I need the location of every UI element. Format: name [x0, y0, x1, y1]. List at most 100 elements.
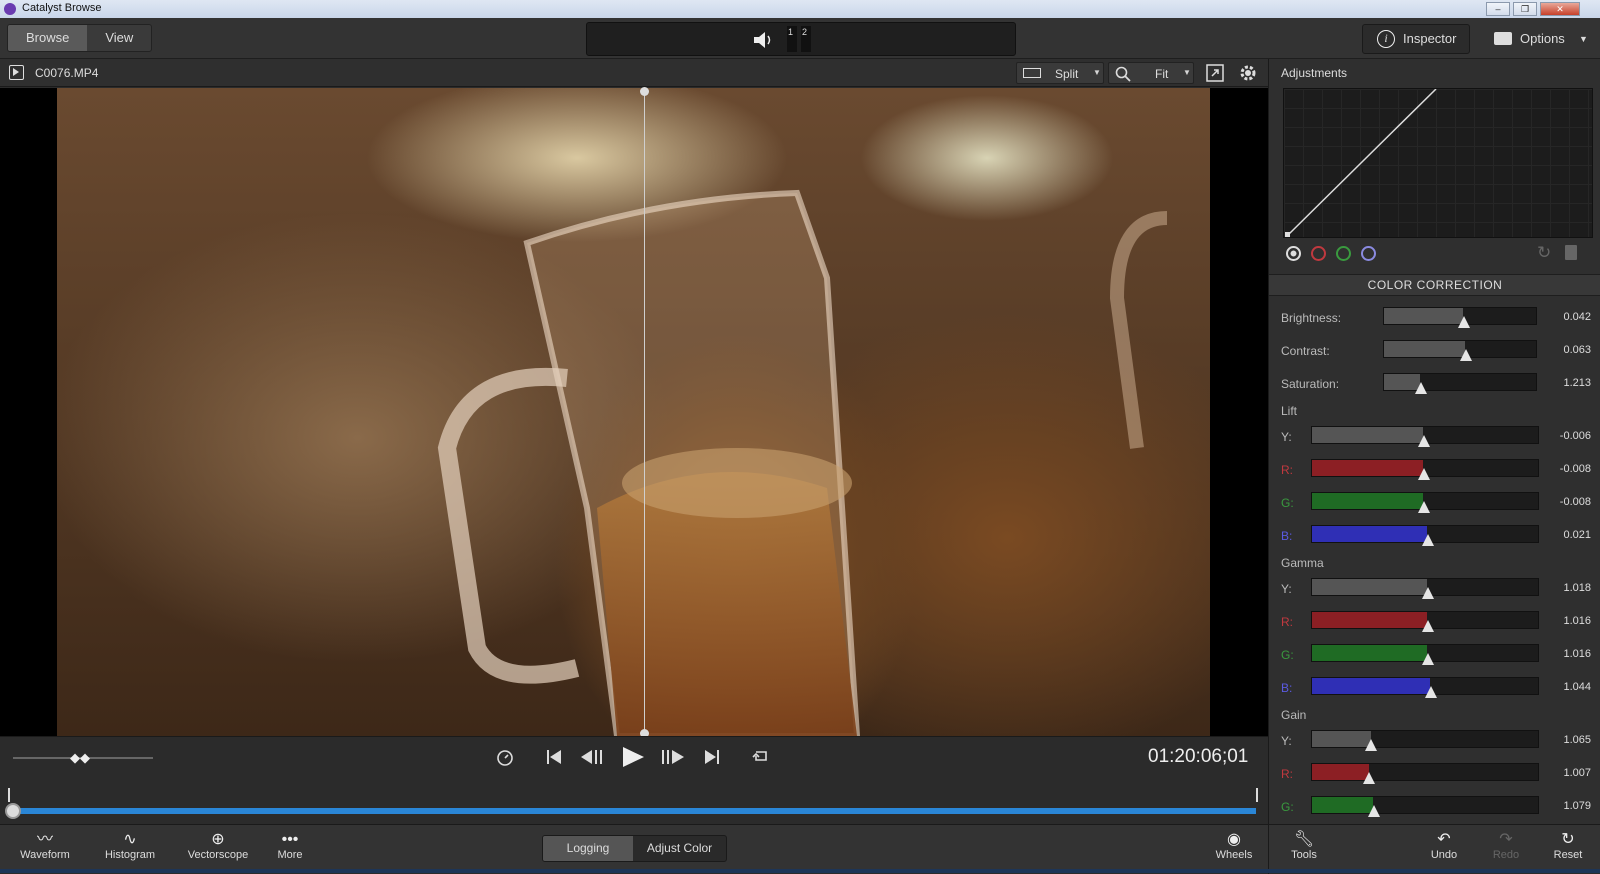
slider-value: 0.063 — [1563, 344, 1591, 356]
slider-value: -0.008 — [1559, 463, 1591, 475]
speaker-icon[interactable] — [752, 30, 774, 50]
step-forward-icon[interactable] — [661, 749, 687, 765]
slider-thumb[interactable] — [1422, 620, 1435, 632]
slider-track[interactable] — [1311, 492, 1539, 513]
slider-track[interactable] — [1311, 578, 1539, 599]
slider-value: 0.021 — [1563, 529, 1591, 541]
curve-channel-red[interactable] — [1311, 246, 1326, 261]
slider-label: Brightness: — [1281, 311, 1342, 325]
slider-thumb[interactable] — [1422, 653, 1435, 665]
divider — [1268, 825, 1269, 874]
slider-thumb[interactable] — [1422, 534, 1435, 546]
briefcase-icon — [1494, 32, 1512, 45]
slider-track[interactable] — [1311, 763, 1539, 784]
slider-thumb[interactable] — [1414, 382, 1427, 394]
slider-track[interactable] — [1311, 796, 1539, 817]
go-to-end-icon[interactable] — [704, 749, 720, 765]
slider-label: Saturation: — [1281, 377, 1340, 391]
out-marker[interactable] — [1256, 788, 1258, 802]
reset-curve-icon[interactable]: ↻ — [1537, 243, 1551, 263]
slider-track[interactable] — [1311, 677, 1539, 698]
slider-track[interactable] — [1383, 340, 1537, 361]
tools-button[interactable]: 🔧︎ Tools — [1280, 831, 1328, 861]
slider-fill — [1384, 308, 1464, 324]
slider-row: G: 1.079 — [1281, 796, 1591, 818]
playhead[interactable] — [5, 803, 21, 819]
slider-track[interactable] — [1311, 730, 1539, 751]
undo-button[interactable]: ↶ Undo — [1420, 831, 1468, 861]
options-menu[interactable]: Options ▼ — [1492, 24, 1592, 54]
stopwatch-icon[interactable] — [496, 748, 514, 766]
slider-track[interactable] — [1311, 426, 1539, 447]
restore-button[interactable]: ❐ — [1513, 2, 1537, 16]
zoom-dropdown[interactable]: Fit ▼ — [1108, 62, 1194, 84]
slider-thumb[interactable] — [1424, 686, 1437, 698]
slider-label: G: — [1281, 800, 1294, 814]
tools-label: Tools — [1291, 849, 1317, 861]
slider-value: 0.042 — [1563, 311, 1591, 323]
timeline[interactable] — [0, 778, 1268, 824]
slider-value: 1.065 — [1563, 734, 1591, 746]
histogram-button[interactable]: ∿ Histogram — [95, 831, 165, 861]
slider-thumb[interactable] — [1422, 587, 1435, 599]
slider-fill — [1312, 579, 1428, 595]
trash-icon[interactable] — [1565, 245, 1577, 260]
curve-channel-luma[interactable] — [1286, 246, 1301, 261]
more-button[interactable]: ••• More — [265, 831, 315, 861]
slider-track[interactable] — [1383, 307, 1537, 328]
undo-icon: ↶ — [1437, 831, 1451, 848]
histogram-label: Histogram — [104, 849, 156, 861]
more-label: More — [277, 849, 303, 861]
in-marker[interactable] — [8, 788, 10, 802]
slider-label: Y: — [1281, 734, 1292, 748]
tab-browse[interactable]: Browse — [8, 25, 88, 51]
wheels-button[interactable]: ◉ Wheels — [1206, 831, 1262, 861]
fullscreen-icon[interactable] — [1206, 64, 1224, 82]
slider-row: B: 0.021 — [1281, 525, 1591, 547]
slider-thumb[interactable] — [1365, 739, 1378, 751]
slider-track[interactable] — [1311, 611, 1539, 632]
close-button[interactable]: ✕ — [1540, 2, 1580, 16]
split-dropdown[interactable]: Split ▼ — [1016, 62, 1104, 84]
slider-track[interactable] — [1311, 459, 1539, 480]
minimize-button[interactable]: – — [1486, 2, 1510, 16]
slider-track[interactable] — [1383, 373, 1537, 394]
slider-value: 1.007 — [1563, 767, 1591, 779]
gear-icon[interactable] — [1238, 63, 1258, 83]
slider-thumb[interactable] — [1367, 805, 1380, 817]
slider-thumb[interactable] — [1458, 316, 1471, 328]
slider-fill — [1312, 493, 1423, 509]
split-handle-top[interactable] — [640, 87, 649, 96]
channel-1-label: 1 — [788, 27, 794, 37]
logging-mode-button[interactable]: Logging — [543, 836, 634, 861]
slider-thumb[interactable] — [1417, 468, 1430, 480]
step-back-icon[interactable] — [580, 749, 606, 765]
options-label: Options — [1520, 31, 1565, 46]
play-icon[interactable] — [621, 746, 645, 768]
slider-thumb[interactable] — [1459, 349, 1472, 361]
slider-thumb[interactable] — [1417, 501, 1430, 513]
adjust-color-mode-button[interactable]: Adjust Color — [633, 836, 726, 861]
timeline-track[interactable] — [12, 808, 1256, 814]
slider-track[interactable] — [1311, 644, 1539, 665]
go-to-start-icon[interactable] — [546, 749, 562, 765]
vectorscope-button[interactable]: ⊕ Vectorscope — [178, 831, 258, 861]
redo-button[interactable]: ↷ Redo — [1482, 831, 1530, 861]
split-divider[interactable] — [644, 88, 645, 736]
clip-filename: C0076.MP4 — [35, 66, 99, 80]
shuttle-handle-icon[interactable]: ◆◆ — [70, 750, 90, 766]
tab-view[interactable]: View — [87, 25, 151, 51]
reset-button[interactable]: ↻ Reset — [1544, 831, 1592, 861]
slider-thumb[interactable] — [1417, 435, 1430, 447]
waveform-button[interactable]: 〰 Waveform — [10, 831, 80, 861]
curve-editor[interactable] — [1283, 88, 1593, 238]
curve-channel-green[interactable] — [1336, 246, 1351, 261]
video-viewer[interactable] — [0, 87, 1268, 738]
slider-thumb[interactable] — [1363, 772, 1375, 784]
curve-channel-blue[interactable] — [1361, 246, 1376, 261]
inspector-button[interactable]: i Inspector — [1362, 24, 1470, 54]
loop-icon[interactable] — [752, 748, 770, 766]
undo-label: Undo — [1430, 849, 1458, 861]
slider-row: Y: -0.006 — [1281, 426, 1591, 448]
slider-track[interactable] — [1311, 525, 1539, 546]
